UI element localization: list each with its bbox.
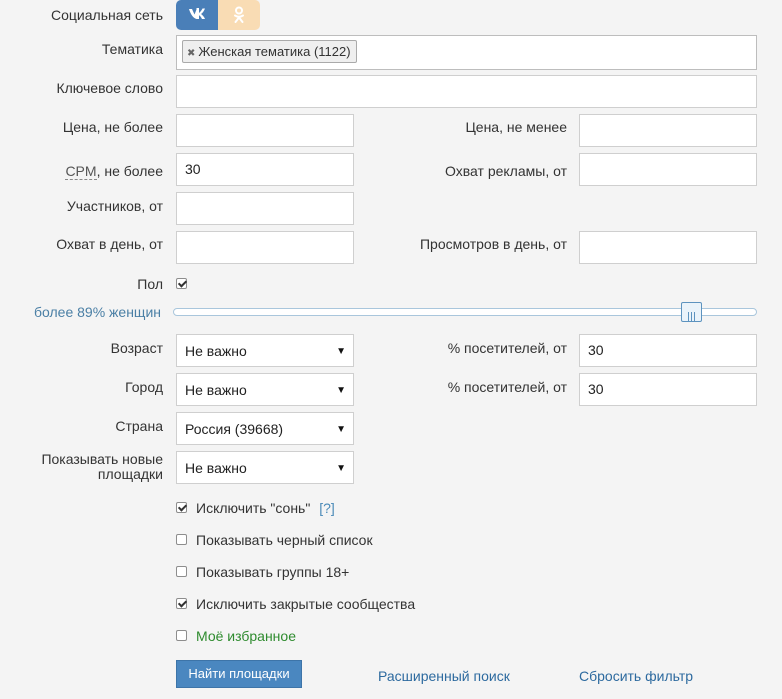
triangle-down-icon: ▼ — [336, 346, 346, 357]
new-sites-select[interactable]: Не важно ▼ — [176, 451, 354, 484]
exclude-sleeping-help[interactable]: [?] — [319, 500, 335, 516]
gender-checkbox[interactable] — [176, 278, 187, 289]
reset-filter-link[interactable]: Сбросить фильтр — [579, 668, 693, 684]
daily-views-label: Просмотров в день, от — [419, 236, 567, 252]
cpm-input[interactable]: 30 — [176, 153, 354, 186]
advanced-search-link[interactable]: Расширенный поиск — [378, 668, 510, 684]
new-sites-select-value: Не важно — [185, 460, 247, 476]
price-max-label: Цена, не более — [62, 119, 163, 135]
age-visitors-label: % посетителей, от — [447, 340, 567, 356]
vk-icon — [188, 7, 206, 23]
new-sites-label-line2: площадки — [97, 466, 163, 482]
triangle-down-icon: ▼ — [336, 424, 346, 435]
daily-reach-input[interactable] — [176, 231, 354, 264]
age-visitors-input[interactable]: 30 — [579, 334, 757, 367]
city-select-value: Не важно — [185, 382, 247, 398]
ad-reach-input[interactable] — [579, 153, 757, 186]
daily-views-input[interactable] — [579, 231, 757, 264]
cpm-label-rest: , не более — [96, 163, 163, 179]
exclude-closed-checkbox[interactable] — [176, 598, 187, 609]
topic-field[interactable]: ✖ Женская тематика (1122) — [176, 35, 757, 70]
gender-label: Пол — [137, 276, 163, 292]
price-min-input[interactable] — [579, 114, 757, 147]
social-network-label: Социальная сеть — [51, 7, 163, 23]
triangle-down-icon: ▼ — [336, 463, 346, 474]
daily-reach-label: Охват в день, от — [56, 236, 163, 252]
country-select-value: Россия (39668) — [185, 421, 284, 437]
cpm-label: CPM, не более — [0, 163, 163, 180]
keyword-input[interactable] — [176, 75, 757, 108]
keyword-label: Ключевое слово — [56, 80, 163, 96]
favorites-label[interactable]: Моё избранное — [196, 628, 296, 645]
gender-slider-value: более 89% женщин — [34, 304, 161, 320]
show-18-label[interactable]: Показывать группы 18+ — [196, 564, 349, 581]
show-18-checkbox[interactable] — [176, 566, 187, 577]
gender-slider-track[interactable] — [173, 308, 757, 316]
vk-toggle-button[interactable] — [176, 0, 218, 30]
new-sites-label-line1: Показывать новые — [41, 451, 163, 467]
favorites-checkbox[interactable] — [176, 630, 187, 641]
exclude-sleeping-text: Исключить "сонь" — [196, 500, 311, 516]
new-sites-label: Показывать новые площадки — [0, 452, 163, 482]
country-select[interactable]: Россия (39668) ▼ — [176, 412, 354, 445]
ok-toggle-button[interactable] — [218, 0, 260, 30]
odnoklassniki-icon — [233, 6, 245, 27]
members-input[interactable] — [176, 192, 354, 225]
price-min-label: Цена, не менее — [465, 119, 567, 135]
members-label: Участников, от — [66, 198, 163, 214]
show-blacklist-label[interactable]: Показывать черный список — [196, 532, 373, 549]
city-visitors-input[interactable]: 30 — [579, 373, 757, 406]
country-label: Страна — [115, 418, 163, 434]
triangle-down-icon: ▼ — [336, 385, 346, 396]
city-label: Город — [125, 379, 163, 395]
tag-remove-icon[interactable]: ✖ — [187, 48, 195, 59]
exclude-closed-label[interactable]: Исключить закрытые сообщества — [196, 596, 415, 613]
exclude-sleeping-label[interactable]: Исключить "сонь" [?] — [196, 500, 335, 517]
age-select[interactable]: Не важно ▼ — [176, 334, 354, 367]
topic-tag-text: Женская тематика (1122) — [198, 44, 351, 59]
price-max-input[interactable] — [176, 114, 354, 147]
show-blacklist-checkbox[interactable] — [176, 534, 187, 545]
exclude-sleeping-checkbox[interactable] — [176, 502, 187, 513]
cpm-abbr: CPM — [65, 163, 97, 180]
age-select-value: Не важно — [185, 343, 247, 359]
age-label: Возраст — [110, 340, 163, 356]
city-visitors-label: % посетителей, от — [447, 379, 567, 395]
grip-lines-icon — [687, 308, 696, 324]
gender-slider-handle[interactable] — [681, 302, 702, 322]
topic-label: Тематика — [101, 41, 163, 57]
find-sites-button[interactable]: Найти площадки — [176, 660, 302, 688]
ad-reach-label: Охват рекламы, от — [445, 163, 567, 179]
topic-tag: ✖ Женская тематика (1122) — [182, 40, 357, 63]
city-select[interactable]: Не важно ▼ — [176, 373, 354, 406]
